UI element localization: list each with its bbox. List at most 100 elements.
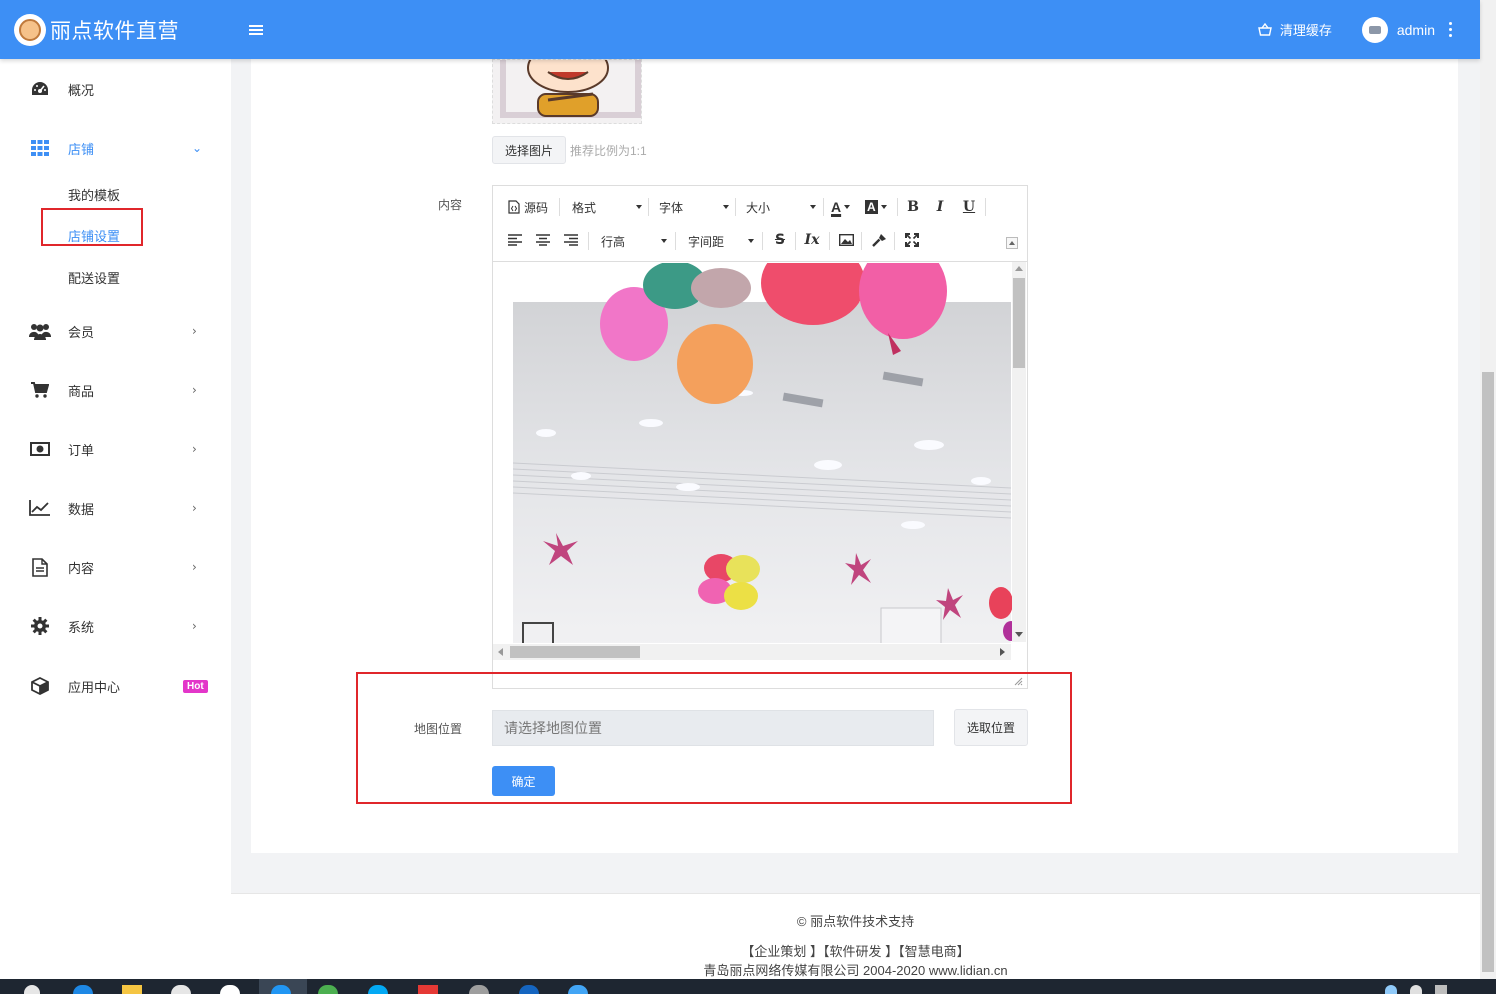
chevron-right-icon: › — [192, 442, 197, 456]
shop-logo-thumbnail[interactable] — [492, 59, 642, 124]
chevron-right-icon: › — [192, 560, 197, 574]
sidebar-item-label: 内容 — [68, 560, 95, 576]
background-color-button[interactable]: A — [865, 197, 887, 217]
caret-down-icon — [880, 205, 887, 209]
italic-icon[interactable]: I — [931, 198, 949, 216]
toolbar-separator — [861, 232, 862, 250]
font-size-dropdown[interactable]: 大小 — [746, 197, 816, 217]
source-code-button[interactable]: 源码 — [508, 197, 548, 217]
format-dropdown[interactable]: 格式 — [572, 197, 642, 217]
size-label: 大小 — [746, 200, 771, 215]
line-height-label: 行高 — [601, 234, 626, 249]
taskbar-app-icon[interactable] — [318, 985, 338, 994]
toolbar-separator — [735, 198, 736, 216]
avatar[interactable] — [1361, 16, 1388, 43]
sidebar-item-overview[interactable]: 概况 — [0, 69, 231, 109]
letter-spacing-dropdown[interactable]: 字间距 — [688, 231, 754, 251]
taskbar-app-icon[interactable] — [73, 985, 93, 994]
font-color-icon: A — [831, 199, 842, 215]
fullscreen-icon[interactable] — [903, 231, 921, 249]
os-taskbar — [0, 979, 1496, 994]
taskbar-app-icon[interactable] — [469, 985, 489, 994]
source-code-label: 源码 — [524, 200, 549, 215]
insert-image-icon[interactable] — [837, 231, 855, 249]
underline-icon[interactable]: U — [960, 198, 978, 216]
toolbar-separator — [762, 232, 763, 250]
image-ratio-hint: 推荐比例为1:1 — [570, 144, 647, 158]
taskbar-app-icon[interactable] — [368, 985, 388, 994]
format-label: 格式 — [572, 200, 597, 215]
editor-hscroll-thumb[interactable] — [510, 646, 640, 658]
editor-content-area[interactable] — [493, 263, 1027, 643]
sidebar-item-app-center[interactable]: 应用中心 Hot — [0, 666, 231, 706]
taskbar-app-icon[interactable] — [519, 985, 539, 994]
sidebar-item-label: 会员 — [68, 324, 95, 340]
sidebar: 概况 店铺 ⌄ 我的模板 店铺设置 配送设置 会员 › 商品 › 订单 › 数据… — [0, 59, 231, 979]
toolbar-separator — [795, 232, 796, 250]
format-painter-icon[interactable] — [870, 231, 888, 249]
tray-icon[interactable] — [1410, 985, 1422, 994]
source-code-icon — [508, 200, 520, 214]
menu-toggle-icon[interactable] — [249, 24, 263, 35]
taskbar-app-icon[interactable] — [418, 985, 438, 994]
sidebar-item-content[interactable]: 内容 › — [0, 547, 231, 587]
clear-cache-button[interactable]: 清理缓存 — [1257, 20, 1332, 39]
editor-vertical-scrollbar[interactable] — [1012, 262, 1026, 642]
more-vertical-icon[interactable] — [1449, 22, 1452, 37]
toolbar-separator — [985, 198, 986, 216]
align-center-icon[interactable] — [534, 231, 552, 249]
basket-icon — [1257, 23, 1272, 36]
sidebar-item-members[interactable]: 会员 › — [0, 311, 231, 351]
tray-icon[interactable] — [1435, 985, 1447, 994]
gear-icon — [29, 615, 51, 637]
taskbar-app-icon[interactable] — [271, 985, 291, 994]
toolbar-separator — [675, 232, 676, 250]
sidebar-item-system[interactable]: 系统 › — [0, 606, 231, 646]
caret-down-icon — [636, 205, 642, 209]
taskbar-app-icon[interactable] — [568, 985, 588, 994]
taskbar-app-icon[interactable] — [171, 985, 191, 994]
sidebar-subitem-templates[interactable]: 我的模板 — [68, 185, 120, 204]
sidebar-subitem-delivery[interactable]: 配送设置 — [68, 268, 120, 287]
line-height-dropdown[interactable]: 行高 — [601, 231, 667, 251]
taskbar-app-icon[interactable] — [220, 985, 240, 994]
sidebar-item-products[interactable]: 商品 › — [0, 370, 231, 410]
tray-icon[interactable] — [1385, 985, 1397, 994]
highlight-box-map-location — [356, 672, 1072, 804]
taskbar-app-icon[interactable] — [122, 985, 142, 994]
toolbar-separator — [897, 198, 898, 216]
grid-icon — [29, 137, 51, 159]
toolbar-separator — [648, 198, 649, 216]
chevron-right-icon: › — [192, 501, 197, 515]
clear-format-icon[interactable]: Ix — [803, 231, 821, 249]
strikethrough-icon[interactable]: S — [771, 231, 789, 249]
editor-toolbar: 源码 格式 字体 大小 A A B I U 行高 字间距 S Ix — [493, 186, 1027, 262]
page-scrollbar-thumb[interactable] — [1482, 372, 1494, 972]
sidebar-item-label: 订单 — [68, 442, 95, 458]
sidebar-item-label: 系统 — [68, 619, 95, 635]
caret-down-icon — [723, 205, 729, 209]
party-balloons-image — [512, 263, 1019, 643]
font-color-button[interactable]: A — [831, 197, 851, 217]
user-name[interactable]: admin — [1397, 22, 1435, 38]
clear-cache-label: 清理缓存 — [1279, 23, 1332, 38]
background-color-icon: A — [865, 200, 878, 214]
editor-horizontal-scrollbar[interactable] — [493, 644, 1011, 660]
sidebar-item-orders[interactable]: 订单 › — [0, 429, 231, 469]
sidebar-item-data[interactable]: 数据 › — [0, 488, 231, 528]
bold-icon[interactable]: B — [904, 198, 922, 216]
cart-icon — [29, 379, 51, 401]
font-family-dropdown[interactable]: 字体 — [659, 197, 729, 217]
collapse-toolbar-icon[interactable] — [1006, 237, 1018, 249]
highlight-box-shop-settings — [41, 208, 143, 246]
align-left-icon[interactable] — [506, 231, 524, 249]
toolbar-separator — [823, 198, 824, 216]
sidebar-item-shop[interactable]: 店铺 ⌄ — [0, 128, 231, 168]
toolbar-separator — [559, 198, 560, 216]
editor-vscroll-thumb[interactable] — [1013, 278, 1025, 368]
sidebar-item-label: 应用中心 — [68, 679, 121, 695]
taskbar-app-icon[interactable] — [24, 985, 40, 994]
align-right-icon[interactable] — [562, 231, 580, 249]
logo[interactable]: 丽点软件直营 — [0, 0, 231, 59]
select-image-button[interactable]: 选择图片 — [492, 136, 566, 164]
